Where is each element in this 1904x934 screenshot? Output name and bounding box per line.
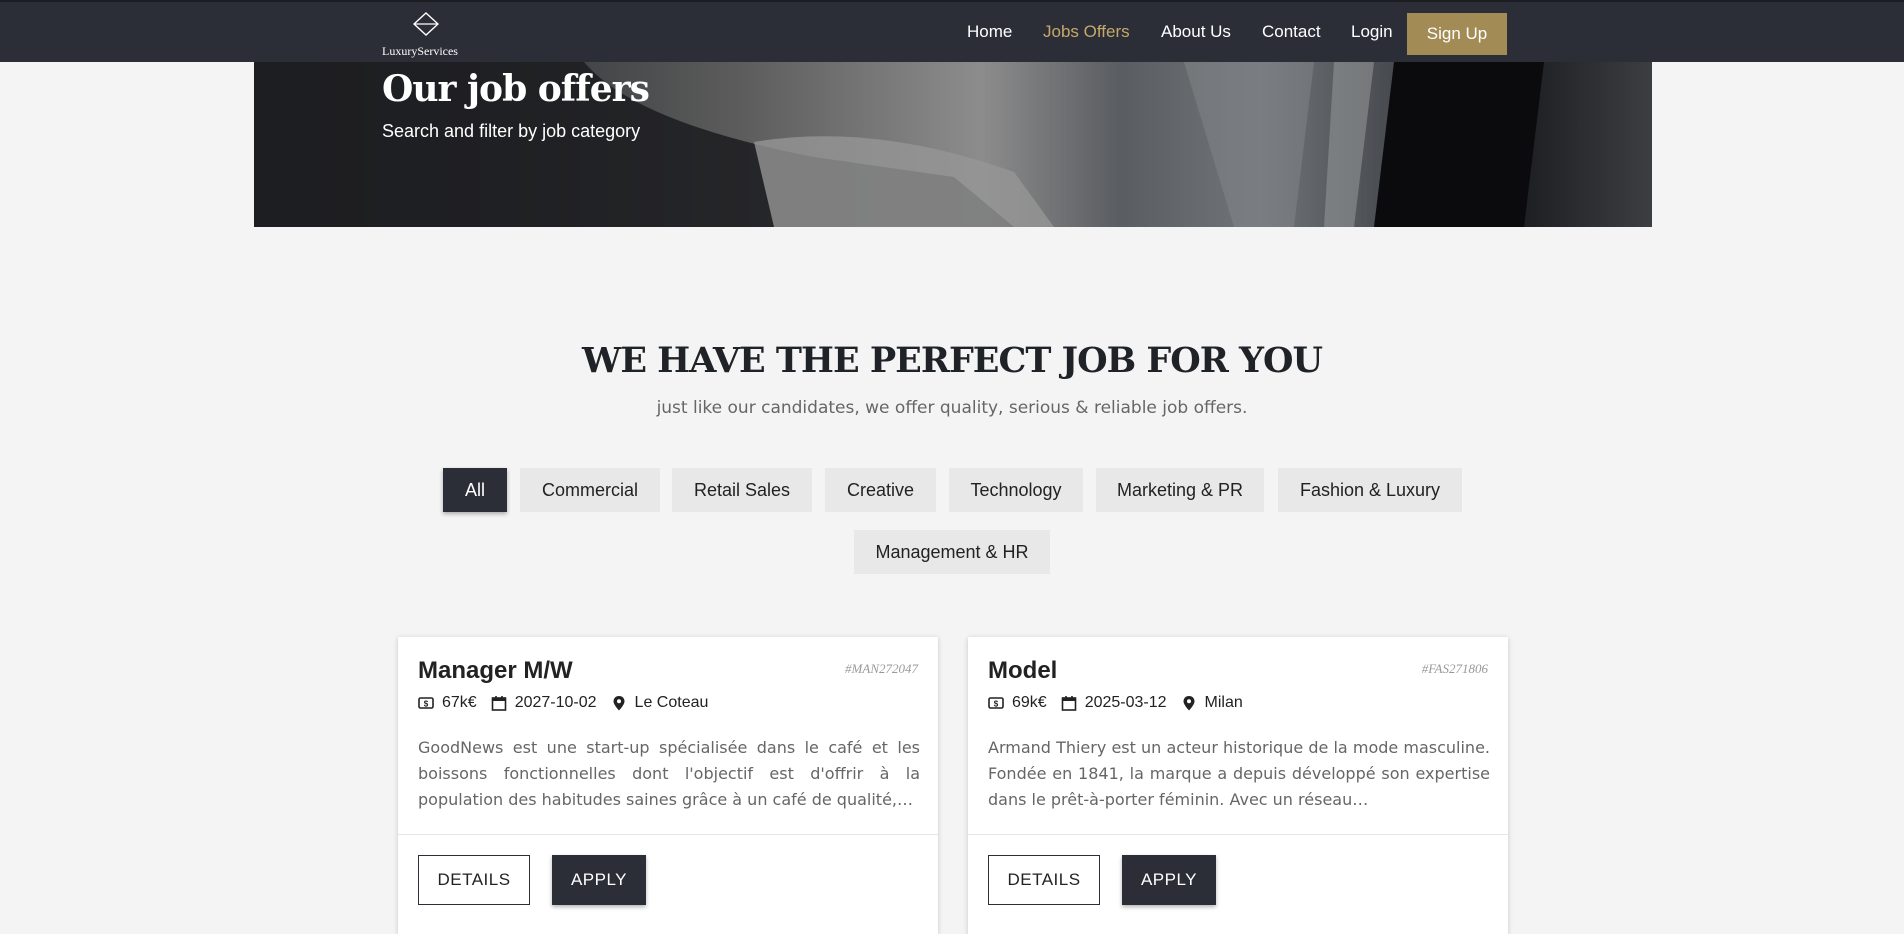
calendar-icon xyxy=(1061,696,1077,711)
filter-commercial[interactable]: Commercial xyxy=(520,468,660,512)
job-title[interactable]: Manager M/W xyxy=(418,657,573,685)
filter-technology[interactable]: Technology xyxy=(949,468,1083,512)
section-title: WE HAVE THE PERFECT JOB FOR YOU xyxy=(582,340,1323,381)
job-meta: $ 67k€ 2027-10-02 Le Coteau xyxy=(418,694,722,712)
job-title[interactable]: Model xyxy=(988,657,1057,685)
diamond-icon xyxy=(413,12,439,36)
location-pin-icon xyxy=(1183,696,1195,711)
svg-text:$: $ xyxy=(994,700,999,709)
nav-home[interactable]: Home xyxy=(967,22,1012,42)
location-pin-icon xyxy=(613,696,625,711)
job-description: GoodNews est une start-up spécialisée da… xyxy=(418,738,920,809)
job-description: Armand Thiery est un acteur historique d… xyxy=(988,738,1490,809)
card-divider xyxy=(968,834,1508,835)
nav-contact[interactable]: Contact xyxy=(1262,22,1321,42)
job-location: Milan xyxy=(1204,694,1243,711)
calendar-icon xyxy=(491,696,507,711)
job-reference: #FAS271806 xyxy=(1421,661,1488,676)
job-card: Manager M/W #MAN272047 $ 67k€ 2027-10-02… xyxy=(398,637,938,934)
apply-button[interactable]: APPLY xyxy=(1122,855,1216,905)
money-icon: $ xyxy=(418,697,434,709)
nav-jobs-offers[interactable]: Jobs Offers xyxy=(1043,22,1130,42)
filter-retail-sales[interactable]: Retail Sales xyxy=(672,468,812,512)
job-reference: #MAN272047 xyxy=(845,661,918,676)
navbar: LuxuryServices Home Jobs Offers About Us… xyxy=(0,0,1904,62)
details-button[interactable]: DETAILS xyxy=(988,855,1100,905)
filter-creative[interactable]: Creative xyxy=(825,468,936,512)
filter-all[interactable]: All xyxy=(443,468,507,512)
nav-about-us[interactable]: About Us xyxy=(1161,22,1231,42)
apply-button[interactable]: APPLY xyxy=(552,855,646,905)
svg-text:$: $ xyxy=(424,700,429,709)
job-meta: $ 69k€ 2025-03-12 Milan xyxy=(988,694,1257,712)
card-divider xyxy=(398,834,938,835)
filter-marketing-pr[interactable]: Marketing & PR xyxy=(1096,468,1264,512)
job-date: 2027-10-02 xyxy=(514,694,597,711)
job-location: Le Coteau xyxy=(634,694,709,711)
job-salary: 69k€ xyxy=(1012,694,1047,711)
nav-login[interactable]: Login xyxy=(1351,22,1393,42)
job-card: Model #FAS271806 $ 69k€ 2025-03-12 Milan… xyxy=(968,637,1508,934)
money-icon: $ xyxy=(988,697,1004,709)
page-subtitle: Search and filter by job category xyxy=(382,121,641,141)
brand-logo[interactable]: LuxuryServices xyxy=(382,10,472,58)
section-subtitle: just like our candidates, we offer quali… xyxy=(656,398,1248,418)
job-date: 2025-03-12 xyxy=(1084,694,1167,711)
job-salary: 67k€ xyxy=(442,694,477,711)
details-button[interactable]: DETAILS xyxy=(418,855,530,905)
filter-management-hr[interactable]: Management & HR xyxy=(854,530,1050,574)
filter-fashion-luxury[interactable]: Fashion & Luxury xyxy=(1278,468,1462,512)
page-title: Our job offers xyxy=(382,68,650,110)
signup-button[interactable]: Sign Up xyxy=(1407,13,1507,55)
brand-name: LuxuryServices xyxy=(382,44,458,58)
